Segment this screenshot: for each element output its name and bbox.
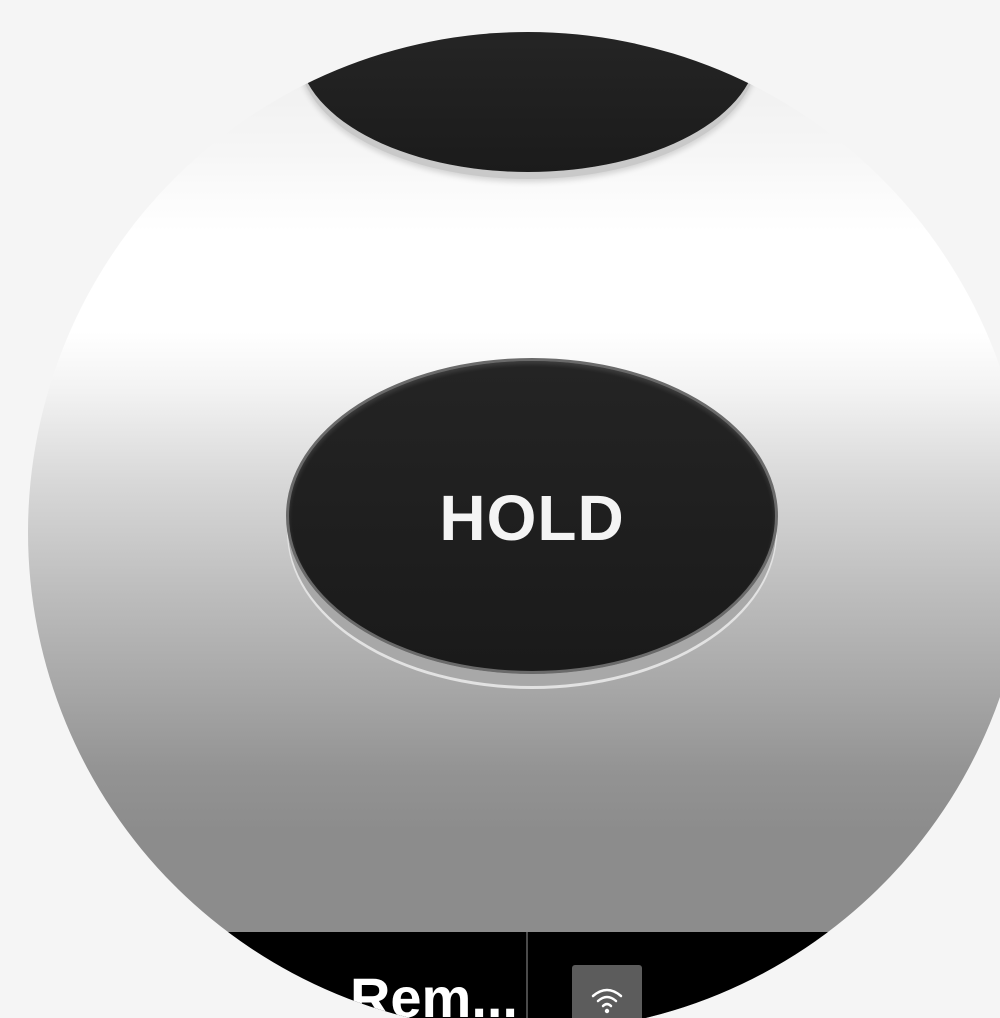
hold-button[interactable]: HOLD	[286, 358, 778, 674]
wifi-icon	[591, 988, 623, 1014]
remote-label[interactable]: Rem...	[350, 968, 518, 1018]
top-button[interactable]: JS	[298, 32, 758, 172]
watch-face: JS HOLD Rem...	[28, 32, 1000, 1018]
bottom-bar: Rem...	[28, 932, 1000, 1018]
hold-button-label: HOLD	[439, 482, 625, 554]
wifi-button[interactable]	[572, 965, 642, 1018]
bar-divider	[526, 932, 528, 1018]
screen: JS HOLD Rem...	[0, 0, 1000, 1018]
